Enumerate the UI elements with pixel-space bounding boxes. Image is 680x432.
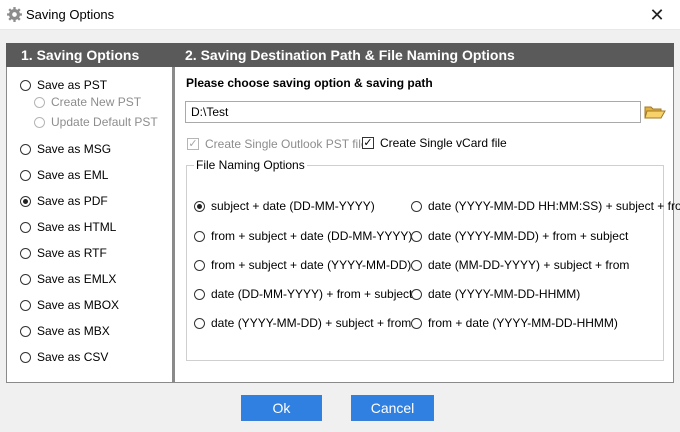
option-label: Save as MSG [37,142,112,156]
saving-path-prompt: Please choose saving option & saving pat… [186,76,433,90]
radio-button[interactable] [34,116,45,128]
naming-option[interactable]: date (YYYY-MM-DD) + from + subject [411,229,628,243]
radio-button[interactable] [20,325,31,337]
option-label: Update Default PST [51,115,158,129]
option-label: Save as EMLX [37,272,117,286]
group-legend: File Naming Options [194,158,307,172]
file-naming-options-group: File Naming Options subject + date (DD-M… [186,158,680,361]
naming-option[interactable]: subject + date (DD-MM-YYYY) [194,199,375,213]
radio-button[interactable] [20,247,31,259]
radio-button[interactable] [194,259,205,271]
radio-button[interactable] [194,200,205,212]
naming-option[interactable]: date (YYYY-MM-DD) + subject + from [194,316,411,330]
destination-panel: Please choose saving option & saving pat… [173,67,680,383]
radio-button[interactable] [20,195,31,207]
naming-option-label: from + subject + date (YYYY-MM-DD) [211,258,412,272]
create-single-pst-checkbox[interactable]: ✓ Create Single Outlook PST file [187,137,368,151]
checkbox[interactable]: ✓ [362,137,374,149]
create-single-vcard-checkbox[interactable]: ✓ Create Single vCard file [362,136,507,150]
radio-button[interactable] [20,273,31,285]
naming-option[interactable]: date (YYYY-MM-DD-HHMM) [411,287,580,301]
naming-option-label: date (MM-DD-YYYY) + subject + from [428,258,630,272]
saving-path-input[interactable] [185,101,641,123]
naming-option-label: date (YYYY-MM-DD) + subject + from [211,316,412,330]
radio-button[interactable] [20,299,31,311]
radio-button[interactable] [194,288,205,300]
saving-options-header: 1. Saving Options [6,43,173,67]
option-save-as-eml[interactable]: Save as EML [20,168,108,182]
radio-button[interactable] [194,230,205,242]
radio-button[interactable] [20,143,31,155]
radio-button[interactable] [194,317,205,329]
option-save-as-rtf[interactable]: Save as RTF [20,246,107,260]
radio-button[interactable] [411,230,422,242]
naming-option-label: date (YYYY-MM-DD) + from + subject [428,229,629,243]
naming-option-label: subject + date (DD-MM-YYYY) [211,199,375,213]
cancel-button[interactable]: Cancel [351,395,434,421]
naming-option[interactable]: from + date (YYYY-MM-DD-HHMM) [411,316,618,330]
option-label: Save as PST [37,78,108,92]
option-label: Save as HTML [37,220,117,234]
radio-button[interactable] [20,351,31,363]
naming-option[interactable]: date (MM-DD-YYYY) + subject + from [411,258,629,272]
radio-button[interactable] [411,259,422,271]
option-label: Save as RTF [37,246,107,260]
checkbox-label: Create Single Outlook PST file [205,137,368,151]
naming-option-label: date (YYYY-MM-DD-HHMM) [428,287,581,301]
title-bar: Saving Options ✕ [0,0,680,30]
radio-button[interactable] [411,288,422,300]
ok-button[interactable]: Ok [241,395,322,421]
option-label: Save as EML [37,168,109,182]
folder-open-icon[interactable] [644,102,666,122]
option-label: Save as CSV [37,350,109,364]
naming-option[interactable]: date (YYYY-MM-DD HH:MM:SS) + subject + f… [411,199,680,213]
naming-option-label: date (DD-MM-YYYY) + from + subject [211,287,413,301]
naming-option[interactable]: from + subject + date (YYYY-MM-DD) [194,258,411,272]
naming-option-label: date (YYYY-MM-DD HH:MM:SS) + subject + f… [428,199,680,213]
option-update-default-pst[interactable]: Update Default PST [34,115,158,129]
option-label: Save as MBX [37,324,110,338]
gear-icon [7,7,22,22]
radio-button[interactable] [34,96,45,108]
option-save-as-pst[interactable]: Save as PST [20,78,107,92]
destination-header: 2. Saving Destination Path & File Naming… [173,43,674,67]
checkbox-label: Create Single vCard file [380,136,507,150]
naming-option-label: from + date (YYYY-MM-DD-HHMM) [428,316,618,330]
close-icon: ✕ [649,4,665,25]
radio-button[interactable] [411,317,422,329]
option-save-as-emlx[interactable]: Save as EMLX [20,272,116,286]
option-save-as-pdf[interactable]: Save as PDF [20,194,108,208]
radio-button[interactable] [20,221,31,233]
option-save-as-mbx[interactable]: Save as MBX [20,324,110,338]
naming-option[interactable]: from + subject + date (DD-MM-YYYY) [194,229,412,243]
radio-button[interactable] [20,169,31,181]
option-save-as-html[interactable]: Save as HTML [20,220,116,234]
option-label: Save as MBOX [37,298,120,312]
saving-options-panel: Save as PST Create New PST Update Defaul… [6,67,173,383]
option-create-new-pst[interactable]: Create New PST [34,95,141,109]
naming-option[interactable]: date (DD-MM-YYYY) + from + subject [194,287,412,301]
close-button[interactable]: ✕ [634,0,680,30]
window-title: Saving Options [26,7,115,22]
radio-button[interactable] [20,79,31,91]
option-save-as-csv[interactable]: Save as CSV [20,350,108,364]
naming-option-label: from + subject + date (DD-MM-YYYY) [211,229,413,243]
radio-button[interactable] [411,200,422,212]
option-save-as-mbox[interactable]: Save as MBOX [20,298,119,312]
option-save-as-msg[interactable]: Save as MSG [20,142,111,156]
checkbox[interactable]: ✓ [187,138,199,150]
option-label: Save as PDF [37,194,108,208]
option-label: Create New PST [51,95,142,109]
